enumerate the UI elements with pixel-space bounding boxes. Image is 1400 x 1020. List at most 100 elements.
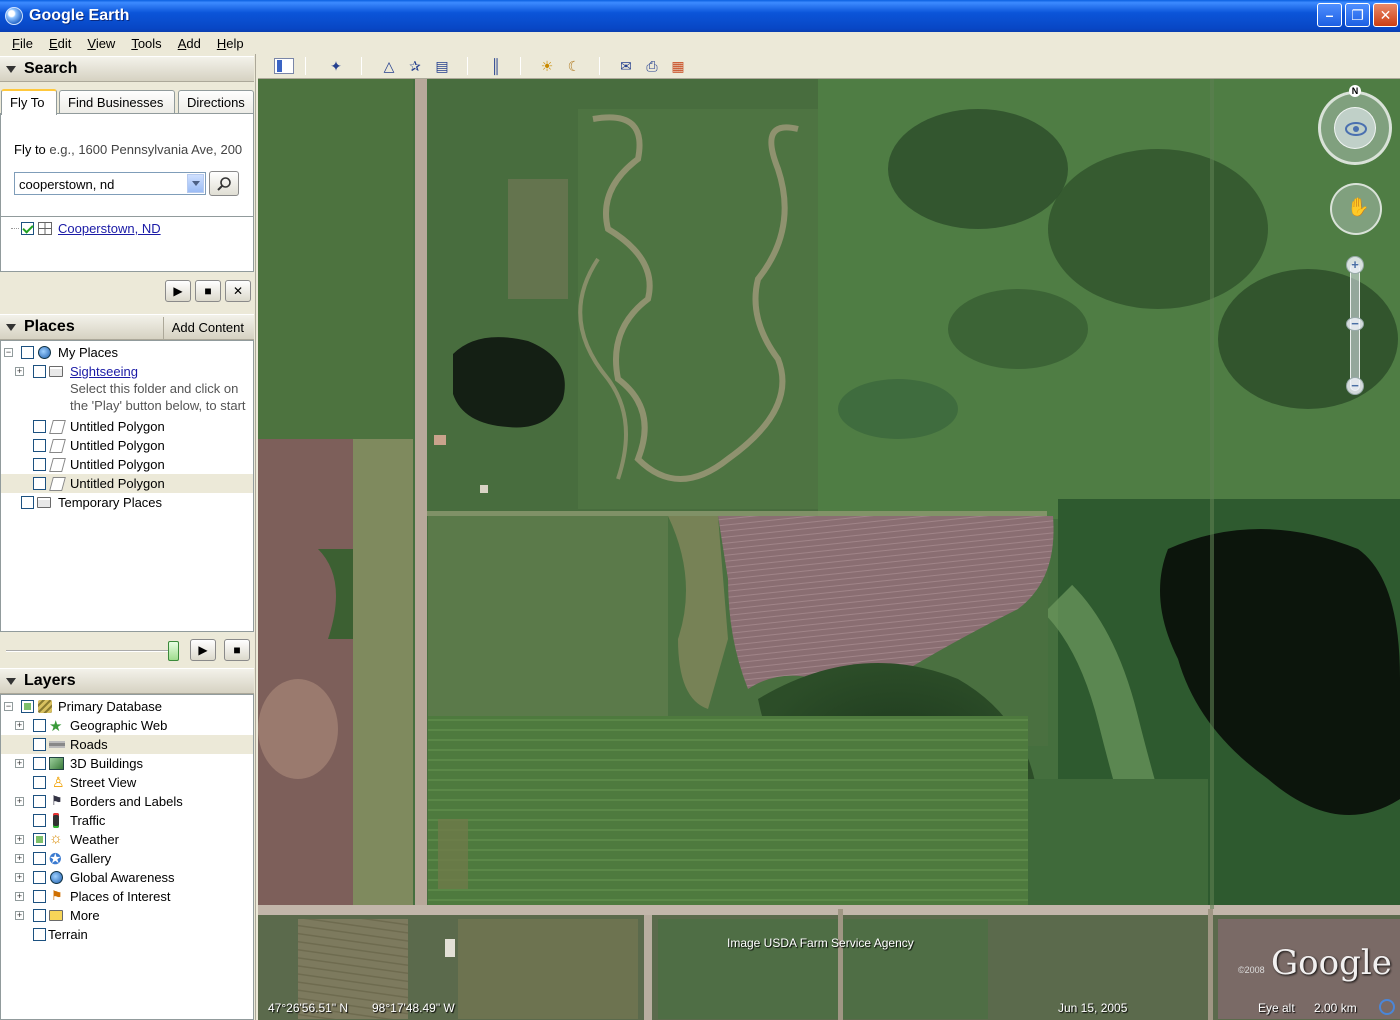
tab-find-businesses[interactable]: Find Businesses xyxy=(59,90,175,114)
ruler-icon[interactable]: ║ xyxy=(486,57,506,75)
expander-icon[interactable]: + xyxy=(15,892,24,901)
print-icon[interactable]: ⎙ xyxy=(642,57,662,75)
maximize-button[interactable]: ❐ xyxy=(1345,3,1370,27)
zoom-slider-thumb[interactable]: − xyxy=(1346,317,1364,331)
expander-icon[interactable]: − xyxy=(4,702,13,711)
clear-results-button[interactable]: ✕ xyxy=(225,280,251,302)
menu-view[interactable]: View xyxy=(83,36,119,51)
tree-item-layer[interactable]: + 3D Buildings xyxy=(1,754,253,773)
tab-fly-to[interactable]: Fly To xyxy=(1,89,57,115)
tree-item-layer[interactable]: Traffic xyxy=(1,811,253,830)
checkbox[interactable] xyxy=(33,458,46,471)
opacity-slider-thumb[interactable] xyxy=(168,641,179,661)
sidebar-toggle-icon[interactable] xyxy=(274,58,294,74)
satellite-imagery[interactable] xyxy=(258,79,1400,1020)
tree-item-terrain[interactable]: Terrain xyxy=(1,925,253,944)
checkbox[interactable] xyxy=(21,700,34,713)
tree-item-sightseeing[interactable]: + Sightseeing xyxy=(1,362,253,381)
result-checkbox[interactable] xyxy=(21,222,34,235)
expander-icon[interactable]: + xyxy=(15,759,24,768)
tree-item-polygon[interactable]: Untitled Polygon xyxy=(1,455,253,474)
tree-item-layer[interactable]: + More xyxy=(1,906,253,925)
move-joystick[interactable]: ✋ xyxy=(1330,183,1382,235)
checkbox[interactable] xyxy=(33,909,46,922)
checkbox[interactable] xyxy=(33,814,46,827)
checkbox[interactable] xyxy=(33,776,46,789)
add-path-icon[interactable]: ✰ xyxy=(405,57,425,75)
expander-icon[interactable]: + xyxy=(15,911,24,920)
tab-directions[interactable]: Directions xyxy=(178,90,254,114)
tree-item-temporary-places[interactable]: Temporary Places xyxy=(1,493,253,512)
expander-icon[interactable]: + xyxy=(15,797,24,806)
expander-icon[interactable]: + xyxy=(15,854,24,863)
play-tour-button[interactable]: ▶ xyxy=(190,639,216,661)
email-icon[interactable]: ✉ xyxy=(616,57,636,75)
checkbox[interactable] xyxy=(33,928,46,941)
add-image-overlay-icon[interactable]: ▤ xyxy=(432,57,452,75)
stop-tour-button[interactable]: ■ xyxy=(195,280,221,302)
checkbox[interactable] xyxy=(21,496,34,509)
tree-item-layer[interactable]: + ✪ Gallery xyxy=(1,849,253,868)
checkbox[interactable] xyxy=(33,477,46,490)
opacity-slider-track[interactable] xyxy=(6,650,176,652)
minimize-button[interactable]: – xyxy=(1317,3,1342,27)
result-link[interactable]: Cooperstown, ND xyxy=(58,221,161,236)
menu-help[interactable]: Help xyxy=(213,36,248,51)
tree-item-layer[interactable]: ♙ Street View xyxy=(1,773,253,792)
checkbox[interactable] xyxy=(33,365,46,378)
layers-header[interactable]: Layers xyxy=(0,668,254,694)
tree-item-my-places[interactable]: − My Places xyxy=(1,343,253,362)
checkbox[interactable] xyxy=(21,346,34,359)
menu-file[interactable]: File xyxy=(8,36,37,51)
tree-item-label[interactable]: Sightseeing xyxy=(70,364,138,379)
tree-item-polygon[interactable]: Untitled Polygon xyxy=(1,436,253,455)
add-polygon-icon[interactable]: △ xyxy=(379,57,399,75)
chevron-down-icon[interactable] xyxy=(187,174,204,193)
tree-item-polygon[interactable]: Untitled Polygon xyxy=(1,417,253,436)
north-indicator[interactable]: N xyxy=(1349,85,1361,97)
menu-tools[interactable]: Tools xyxy=(127,36,165,51)
tree-item-layer[interactable]: + ★ Geographic Web xyxy=(1,716,253,735)
menu-add[interactable]: Add xyxy=(174,36,205,51)
tree-item-layer[interactable]: + ⚑ Borders and Labels xyxy=(1,792,253,811)
eye-icon[interactable] xyxy=(1334,107,1376,149)
close-button[interactable]: ✕ xyxy=(1373,3,1398,27)
tree-item-layer[interactable]: Roads xyxy=(1,735,253,754)
places-header[interactable]: Places Add Content xyxy=(0,314,254,340)
expander-icon[interactable]: − xyxy=(4,348,13,357)
checkbox[interactable] xyxy=(33,439,46,452)
tree-item-layer[interactable]: + Global Awareness xyxy=(1,868,253,887)
add-placemark-icon[interactable]: ✦ xyxy=(326,57,346,75)
add-content-button[interactable]: Add Content xyxy=(162,317,252,339)
menu-edit[interactable]: Edit xyxy=(45,36,75,51)
earth-view[interactable]: Image USDA Farm Service Agency Google ©2… xyxy=(258,79,1400,1020)
look-joystick[interactable] xyxy=(1318,91,1392,165)
sky-planet-icon[interactable]: ☾ xyxy=(564,57,584,75)
checkbox[interactable] xyxy=(33,757,46,770)
expander-icon[interactable]: + xyxy=(15,721,24,730)
checkbox[interactable] xyxy=(33,890,46,903)
checkbox[interactable] xyxy=(33,871,46,884)
tree-item-primary-database[interactable]: − Primary Database xyxy=(1,697,253,716)
search-header[interactable]: Search xyxy=(0,56,254,82)
list-item[interactable]: Cooperstown, ND xyxy=(1,219,253,238)
checkbox[interactable] xyxy=(33,719,46,732)
expander-icon[interactable]: + xyxy=(15,873,24,882)
view-in-maps-icon[interactable]: ▦ xyxy=(668,57,688,75)
search-input[interactable]: cooperstown, nd xyxy=(14,172,206,195)
tree-item-layer[interactable]: + ☼ Weather xyxy=(1,830,253,849)
search-button[interactable] xyxy=(209,171,239,196)
checkbox[interactable] xyxy=(33,852,46,865)
checkbox[interactable] xyxy=(33,795,46,808)
checkbox[interactable] xyxy=(33,420,46,433)
stop-tour-button[interactable]: ■ xyxy=(224,639,250,661)
zoom-in-button[interactable]: + xyxy=(1346,256,1364,274)
expander-icon[interactable]: + xyxy=(15,367,24,376)
expander-icon[interactable]: + xyxy=(15,835,24,844)
zoom-out-button[interactable]: − xyxy=(1346,377,1364,395)
sunlight-icon[interactable]: ☀ xyxy=(537,57,557,75)
checkbox[interactable] xyxy=(33,833,46,846)
play-tour-button[interactable]: ▶ xyxy=(165,280,191,302)
tree-item-polygon[interactable]: Untitled Polygon xyxy=(1,474,253,493)
checkbox[interactable] xyxy=(33,738,46,751)
